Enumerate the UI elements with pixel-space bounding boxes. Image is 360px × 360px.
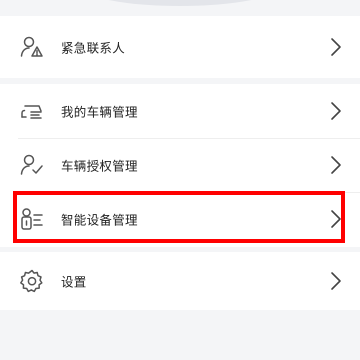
menu-item-label: 智能设备管理 [61,212,138,228]
menu-item-label: 紧急联系人 [61,40,126,56]
menu-item-label: 设置 [61,274,87,290]
settings-screen: 紧急联系人 我的车辆管理 车辆授权管理 智能设备管理 设置 [0,0,360,360]
menu-item-label: 我的车辆管理 [61,104,138,120]
chevron-right-icon [330,209,342,229]
menu-item-settings[interactable]: 设置 [0,254,360,308]
menu-card-settings: 设置 [0,252,360,310]
menu-item-emergency-contact[interactable]: 紧急联系人 [0,20,360,74]
chevron-right-icon [330,101,342,121]
menu-card-emergency: 紧急联系人 [0,16,360,78]
chevron-right-icon [330,155,342,175]
chevron-right-icon [330,271,342,291]
menu-item-vehicle-authorization[interactable]: 车辆授权管理 [0,138,360,192]
menu-card-vehicle: 我的车辆管理 车辆授权管理 智能设备管理 [0,84,360,247]
menu-item-label: 车辆授权管理 [61,158,138,174]
header-arc [80,0,280,6]
user-authorize-icon [19,152,45,178]
smart-device-icon [19,206,45,232]
menu-item-my-vehicles[interactable]: 我的车辆管理 [0,84,360,138]
car-icon [19,98,45,124]
gear-icon [19,268,45,294]
menu-item-smart-device[interactable]: 智能设备管理 [0,192,360,246]
chevron-right-icon [330,37,342,57]
emergency-contact-icon [19,34,45,60]
